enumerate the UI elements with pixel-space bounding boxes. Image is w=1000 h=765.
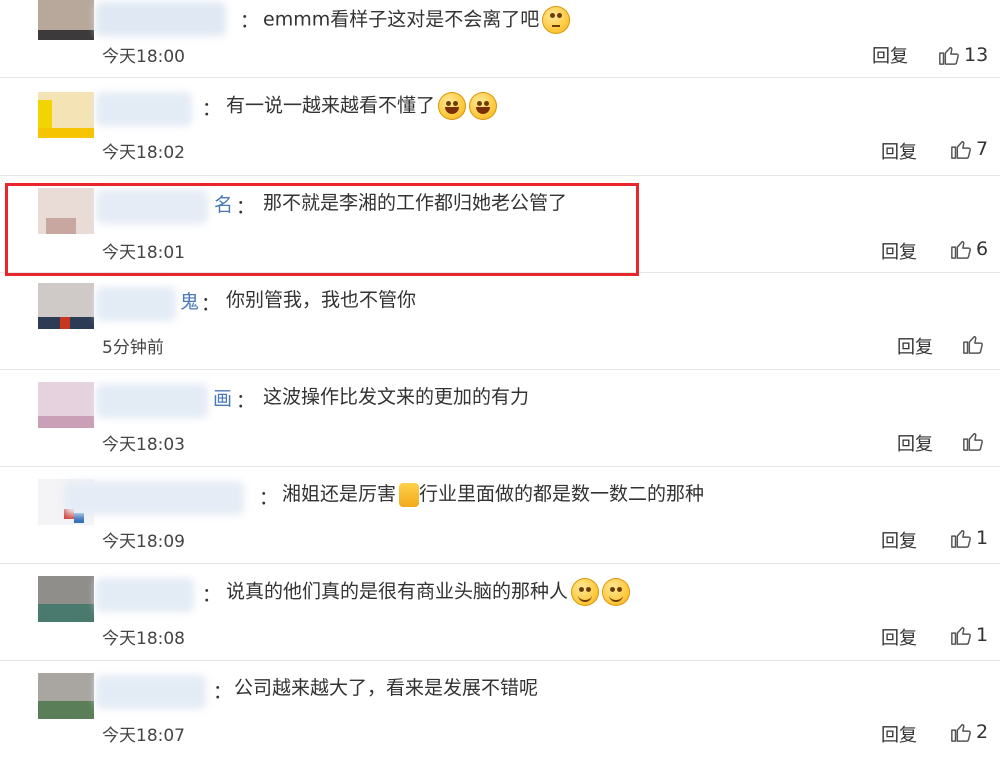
username-blurred[interactable] bbox=[96, 578, 194, 612]
thumbs-up-icon bbox=[951, 240, 971, 259]
reply-button[interactable]: 回复 bbox=[881, 624, 917, 650]
name-colon: ： bbox=[236, 390, 256, 412]
like-count: 2 bbox=[976, 721, 989, 743]
thumbs-up-icon bbox=[963, 335, 983, 354]
username-blurred[interactable] bbox=[96, 384, 208, 418]
thumbs-up-icon bbox=[951, 723, 971, 742]
reply-button[interactable]: 回复 bbox=[897, 333, 933, 359]
comment-time: 今天18:01 bbox=[102, 243, 185, 263]
comment-text: 说真的他们真的是很有商业头脑的那种人 bbox=[226, 578, 631, 606]
comment-item: ： 说真的他们真的是很有商业头脑的那种人 今天18:08 回复 1 bbox=[0, 564, 1000, 661]
thumbs-up-icon bbox=[939, 46, 959, 65]
name-colon: ： bbox=[202, 98, 222, 120]
reply-button[interactable]: 回复 bbox=[881, 527, 917, 553]
comment-item: ： 湘姐还是厉害 行业里面做的都是数一数二的那种 今天18:09 回复 1 bbox=[0, 467, 1000, 564]
comment-text: 有一说一越来越看不懂了 bbox=[226, 92, 498, 120]
avatar[interactable] bbox=[38, 382, 94, 428]
reply-button[interactable]: 回复 bbox=[881, 238, 917, 264]
thumbs-up-emoji-icon bbox=[399, 482, 420, 507]
avatar[interactable] bbox=[38, 0, 94, 40]
laughing-emoji-icon bbox=[438, 92, 467, 120]
username-blurred[interactable] bbox=[96, 92, 192, 126]
like-button[interactable]: 7 bbox=[950, 138, 988, 160]
name-colon: ： bbox=[236, 196, 256, 218]
username-blurred[interactable] bbox=[96, 287, 176, 321]
like-button[interactable]: 13 bbox=[938, 44, 988, 66]
smiling-emoji-icon bbox=[602, 578, 631, 606]
name-colon: ： bbox=[201, 293, 221, 315]
thumbs-up-icon bbox=[951, 626, 971, 645]
like-button[interactable] bbox=[962, 333, 984, 355]
comment-text: 湘姐还是厉害 行业里面做的都是数一数二的那种 bbox=[282, 482, 705, 507]
like-count: 1 bbox=[976, 527, 989, 549]
comment-list: ： emmm看样子这对是不会离了吧 今天18:00 回复 13 ： 有一说一越来… bbox=[0, 0, 1000, 758]
comment-item: ： emmm看样子这对是不会离了吧 今天18:00 回复 13 bbox=[0, 0, 1000, 78]
comment-time: 5分钟前 bbox=[102, 338, 164, 358]
comment-text: emmm看样子这对是不会离了吧 bbox=[263, 6, 571, 34]
username-blurred[interactable] bbox=[96, 190, 208, 224]
username-tail[interactable]: 鬼 bbox=[180, 287, 199, 314]
thumbs-up-icon bbox=[963, 432, 983, 451]
comment-time: 今天18:07 bbox=[102, 726, 185, 746]
username-tail[interactable]: 名 bbox=[214, 190, 233, 217]
name-colon: ： bbox=[213, 681, 233, 703]
comment-time: 今天18:00 bbox=[102, 47, 185, 67]
like-count: 1 bbox=[976, 624, 989, 646]
reply-button[interactable]: 回复 bbox=[881, 721, 917, 747]
name-colon: ： bbox=[259, 487, 279, 509]
like-button[interactable]: 2 bbox=[950, 721, 988, 743]
username-blurred[interactable] bbox=[96, 2, 226, 36]
comment-text: 这波操作比发文来的更加的有力 bbox=[263, 386, 530, 408]
avatar[interactable] bbox=[38, 576, 94, 622]
smiling-emoji-icon bbox=[571, 578, 600, 606]
laughing-emoji-icon bbox=[469, 92, 498, 120]
name-colon: ： bbox=[240, 10, 260, 32]
comment-text: 公司越来越大了，看来是发展不错呢 bbox=[234, 677, 539, 699]
reply-button[interactable]: 回复 bbox=[872, 42, 908, 68]
username-blurred[interactable] bbox=[64, 481, 244, 515]
comment-item: ： 公司越来越大了，看来是发展不错呢 今天18:07 回复 2 bbox=[0, 661, 1000, 758]
like-count: 6 bbox=[976, 238, 989, 260]
reply-button[interactable]: 回复 bbox=[881, 138, 917, 164]
reply-button[interactable]: 回复 bbox=[897, 430, 933, 456]
thumbs-up-icon bbox=[951, 529, 971, 548]
comment-time: 今天18:09 bbox=[102, 532, 185, 552]
name-colon: ： bbox=[202, 584, 222, 606]
like-button[interactable]: 1 bbox=[950, 527, 988, 549]
comment-item: 鬼 ： 你别管我，我也不管你 5分钟前 回复 bbox=[0, 273, 1000, 370]
comment-time: 今天18:02 bbox=[102, 143, 185, 163]
username-tail[interactable]: 画 bbox=[213, 384, 232, 411]
like-button[interactable] bbox=[962, 430, 984, 452]
username-blurred[interactable] bbox=[96, 675, 206, 709]
thumbs-up-icon bbox=[951, 140, 971, 159]
comment-item: 画 ： 这波操作比发文来的更加的有力 今天18:03 回复 bbox=[0, 370, 1000, 467]
like-button[interactable]: 6 bbox=[950, 238, 988, 260]
avatar[interactable] bbox=[38, 673, 94, 719]
comment-text: 那不就是李湘的工作都归她老公管了 bbox=[263, 192, 568, 214]
comment-item-highlighted: 名 ： 那不就是李湘的工作都归她老公管了 今天18:01 回复 6 bbox=[0, 176, 1000, 273]
comment-text: 你别管我，我也不管你 bbox=[226, 289, 417, 311]
comment-item: ： 有一说一越来越看不懂了 今天18:02 回复 7 bbox=[0, 78, 1000, 176]
like-button[interactable]: 1 bbox=[950, 624, 988, 646]
comment-time: 今天18:03 bbox=[102, 435, 185, 455]
rolling-eyes-emoji-icon bbox=[542, 6, 571, 34]
avatar[interactable] bbox=[38, 188, 94, 234]
like-count: 7 bbox=[976, 138, 989, 160]
avatar[interactable] bbox=[38, 92, 94, 138]
like-count: 13 bbox=[964, 44, 989, 66]
avatar[interactable] bbox=[38, 283, 94, 329]
comment-time: 今天18:08 bbox=[102, 629, 185, 649]
